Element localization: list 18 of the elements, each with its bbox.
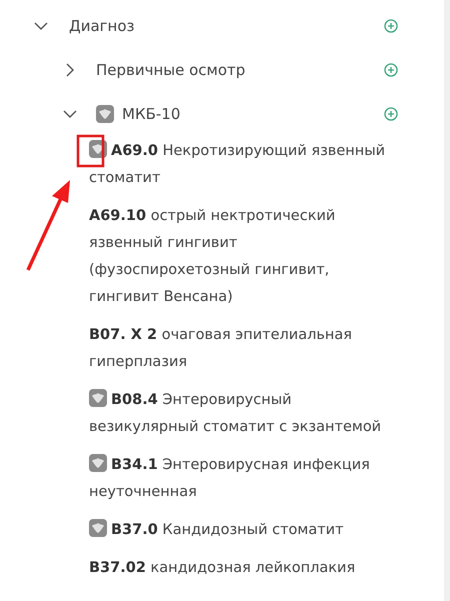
emblem-icon bbox=[89, 519, 107, 537]
diagnosis-code-item[interactable]: A69.10 острый нектротический язвенный гингивит (фузоспирохетозный гингивит, гингивит Венсана) bbox=[89, 203, 389, 311]
diagnosis-code-item[interactable]: A69.0 Некротизирующий язвенный стоматит bbox=[89, 138, 389, 192]
tree-node-label[interactable]: МКБ-10 bbox=[122, 105, 180, 123]
highlight-frame bbox=[76, 134, 104, 168]
diagnosis-code-item[interactable]: B34.1 Энтеровирусная инфекция неуточненная bbox=[89, 452, 389, 506]
tree-node-label[interactable]: Диагноз bbox=[69, 17, 135, 35]
tree-node-label[interactable]: Первичные осмотр bbox=[96, 61, 246, 79]
emblem-icon bbox=[96, 105, 114, 123]
emblem-icon bbox=[89, 389, 107, 407]
diagnosis-code-item[interactable]: B37.02 кандидозная лейкоплакия bbox=[89, 555, 389, 582]
add-icon[interactable] bbox=[384, 107, 398, 121]
diagnosis-code-item[interactable]: B07. X 2 очаговая эпителиальная гиперплазия bbox=[89, 322, 389, 376]
add-icon[interactable] bbox=[384, 63, 398, 77]
diagnosis-code-item[interactable]: B08.4 Энтеровирусный везикулярный стоматит с экзантемой bbox=[89, 387, 389, 441]
add-icon[interactable] bbox=[384, 19, 398, 33]
diagnosis-code-item[interactable]: B37.0 Кандидозный стоматит bbox=[89, 517, 389, 544]
emblem-icon bbox=[89, 454, 107, 472]
